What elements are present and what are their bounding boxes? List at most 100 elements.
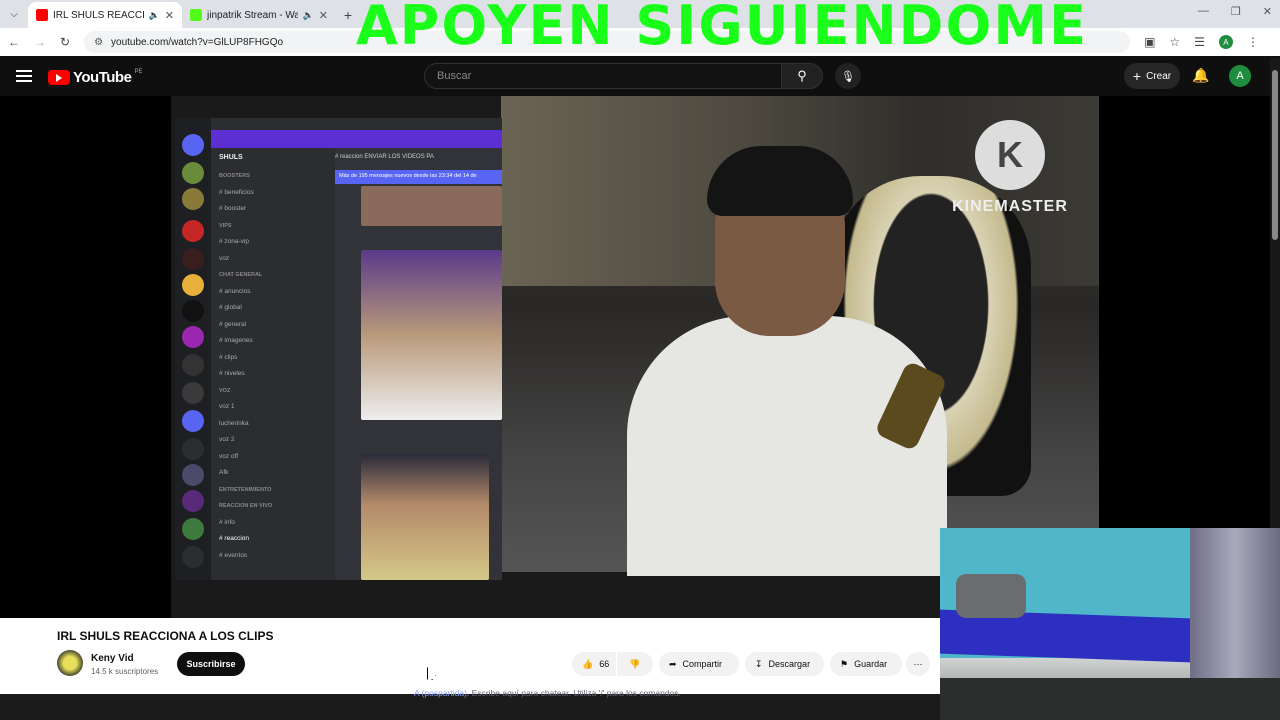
- search-button[interactable]: ⚲: [781, 63, 823, 89]
- chat-image: [361, 250, 502, 420]
- chat-hint-prefix: A (pospartida).: [414, 688, 470, 698]
- channel-item: lucherinka: [219, 419, 249, 427]
- scrollbar-thumb[interactable]: [1272, 70, 1278, 240]
- url-text: youtube.com/watch?v=GlLUP8FHGQo: [111, 36, 284, 48]
- like-button[interactable]: 👍 66: [572, 652, 616, 676]
- kinemaster-logo-icon: K: [975, 120, 1045, 190]
- maximize-icon[interactable]: ❐: [1231, 5, 1241, 18]
- discord-screen-capture: SHULS BOOSTERS # beneficios # booster VI…: [175, 118, 502, 580]
- channel-item: REACCION EN VIVO: [219, 503, 273, 509]
- more-actions-button[interactable]: ···: [906, 652, 930, 676]
- discord-server-icon: [182, 326, 204, 348]
- youtube-wordmark: YouTube: [73, 69, 132, 86]
- channel-item: # global: [219, 304, 242, 311]
- channel-name[interactable]: Keny Vid: [91, 653, 134, 664]
- bookmark-star-icon[interactable]: ☆: [1169, 35, 1180, 49]
- channel-item: # general: [219, 320, 247, 328]
- tab-title: IRL SHULS REACCIONA A LOS: [53, 9, 144, 21]
- discord-server-icon: [182, 438, 204, 460]
- discord-server-icon: [182, 382, 204, 404]
- account-avatar[interactable]: A: [1229, 65, 1251, 87]
- subscribe-button[interactable]: Suscribirse: [177, 652, 245, 676]
- channel-item: CHAT GENERAL: [219, 272, 263, 278]
- discord-server-icon: [182, 248, 204, 270]
- channel-item: VIPS: [219, 222, 232, 229]
- channel-item: # imagenes: [219, 337, 253, 344]
- thumbs-down-icon: 👎: [629, 658, 641, 669]
- webcam-clothes: [956, 574, 1026, 618]
- channel-item: # info: [219, 518, 235, 526]
- search-input[interactable]: Buscar: [424, 63, 782, 89]
- channel-item: # eventos: [219, 551, 248, 559]
- channel-item: # zona-vip: [219, 238, 249, 245]
- country-code: PE: [134, 68, 143, 75]
- youtube-favicon-icon: [36, 9, 48, 21]
- tab-search-icon[interactable]: ⌵: [0, 0, 28, 28]
- discord-channel-header: # reaccion ENVIAR LOS VIDEOS PA: [335, 154, 434, 160]
- youtube-logo[interactable]: YouTube PE: [48, 69, 142, 86]
- discord-banner: [211, 130, 502, 148]
- menu-hamburger-icon[interactable]: [16, 70, 32, 82]
- discord-new-messages-bar: Más de 195 mensajes nuevos desde las 23:…: [335, 170, 502, 184]
- share-label: Compartir: [682, 659, 723, 669]
- notifications-bell-icon[interactable]: 🔔: [1192, 67, 1209, 84]
- install-icon[interactable]: ▣: [1144, 35, 1155, 49]
- close-tab-icon[interactable]: ✕: [319, 9, 328, 22]
- chat-image: [361, 186, 502, 226]
- channel-item: voz 2: [219, 436, 235, 443]
- webcam-overlay: [940, 528, 1280, 720]
- channel-item: BOOSTERS: [219, 173, 250, 179]
- streamer-shirt: [627, 316, 947, 576]
- close-tab-icon[interactable]: ✕: [165, 9, 174, 22]
- speaker-icon[interactable]: 🔈: [303, 10, 314, 21]
- kick-favicon-icon: [190, 9, 202, 21]
- bookmark-icon: ⚑: [840, 658, 849, 669]
- create-button[interactable]: + Crear: [1124, 63, 1180, 89]
- chat-hint: A (pospartida). Escribe aquí para chatea…: [414, 688, 681, 698]
- speaker-icon[interactable]: 🔈: [149, 10, 160, 21]
- discord-add-server-icon: [182, 546, 204, 568]
- minimize-icon[interactable]: —: [1198, 5, 1209, 18]
- channel-avatar[interactable]: [57, 650, 83, 676]
- back-icon[interactable]: ←: [8, 35, 20, 49]
- channel-item: voz: [219, 254, 230, 262]
- save-button[interactable]: ⚑ Guardar: [830, 652, 902, 676]
- kinemaster-name: KINEMASTER: [952, 198, 1068, 215]
- discord-server-icon: [182, 464, 204, 486]
- discord-server-icon: [182, 220, 204, 242]
- profile-avatar[interactable]: A: [1218, 35, 1233, 49]
- channel-item: voz off: [219, 452, 239, 460]
- tab-kick[interactable]: jinpatrik Stream - Watch Liv 🔈 ✕: [182, 2, 336, 28]
- youtube-header: YouTube PE Buscar ⚲ 🎙 + Crear 🔔 A: [0, 58, 1280, 96]
- microphone-icon: 🎙: [841, 70, 855, 83]
- browser-menu-icon[interactable]: ⋮: [1247, 35, 1259, 49]
- video-title: IRL SHULS REACCIONA A LOS CLIPS: [57, 629, 274, 643]
- channel-item: # clips: [219, 353, 238, 361]
- chat-image: [361, 454, 489, 580]
- channel-item: # booster: [219, 205, 247, 212]
- download-button[interactable]: ↧ Descargar: [745, 652, 824, 676]
- thumbs-up-icon: 👍: [582, 658, 594, 669]
- channel-item: voz 1: [219, 403, 235, 410]
- dislike-button[interactable]: 👎: [617, 652, 653, 676]
- discord-server-name: SHULS: [219, 154, 243, 161]
- create-label: Crear: [1146, 70, 1172, 82]
- discord-server-icon: [182, 490, 204, 512]
- discord-server-icon: [182, 518, 204, 540]
- discord-server-icon: [182, 134, 204, 156]
- media-control-icon[interactable]: ☰: [1194, 35, 1205, 49]
- close-window-icon[interactable]: ✕: [1263, 5, 1272, 18]
- forward-icon[interactable]: →: [34, 35, 46, 49]
- site-info-icon[interactable]: ⚙: [94, 37, 103, 48]
- discord-channel-list: BOOSTERS # beneficios # booster VIPS # z…: [219, 168, 329, 564]
- channel-item: VOZ: [219, 387, 231, 394]
- voice-search-button[interactable]: 🎙: [835, 63, 861, 89]
- window-controls: — ❐ ✕: [1198, 5, 1272, 18]
- tab-youtube[interactable]: IRL SHULS REACCIONA A LOS 🔈 ✕: [28, 2, 182, 28]
- discord-server-icon: [182, 354, 204, 376]
- discord-server-icon: [182, 188, 204, 210]
- reload-icon[interactable]: ↻: [60, 35, 70, 49]
- share-button[interactable]: ➦ Compartir: [659, 652, 739, 676]
- share-icon: ➦: [669, 658, 677, 669]
- like-count: 66: [599, 659, 610, 669]
